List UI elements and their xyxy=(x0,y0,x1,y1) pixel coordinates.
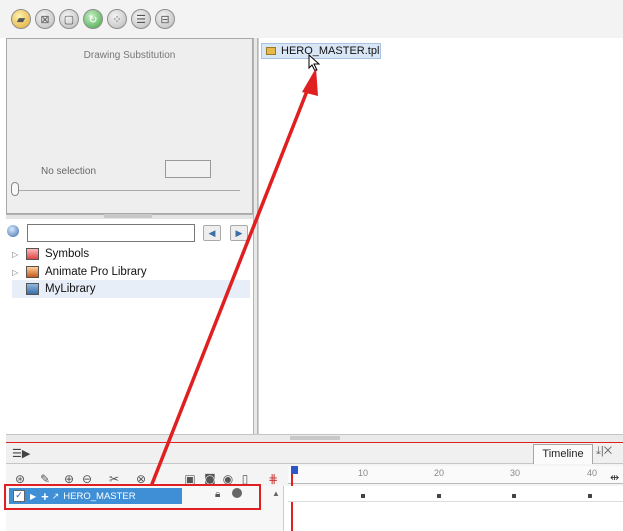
annotation-arrow xyxy=(150,68,318,486)
